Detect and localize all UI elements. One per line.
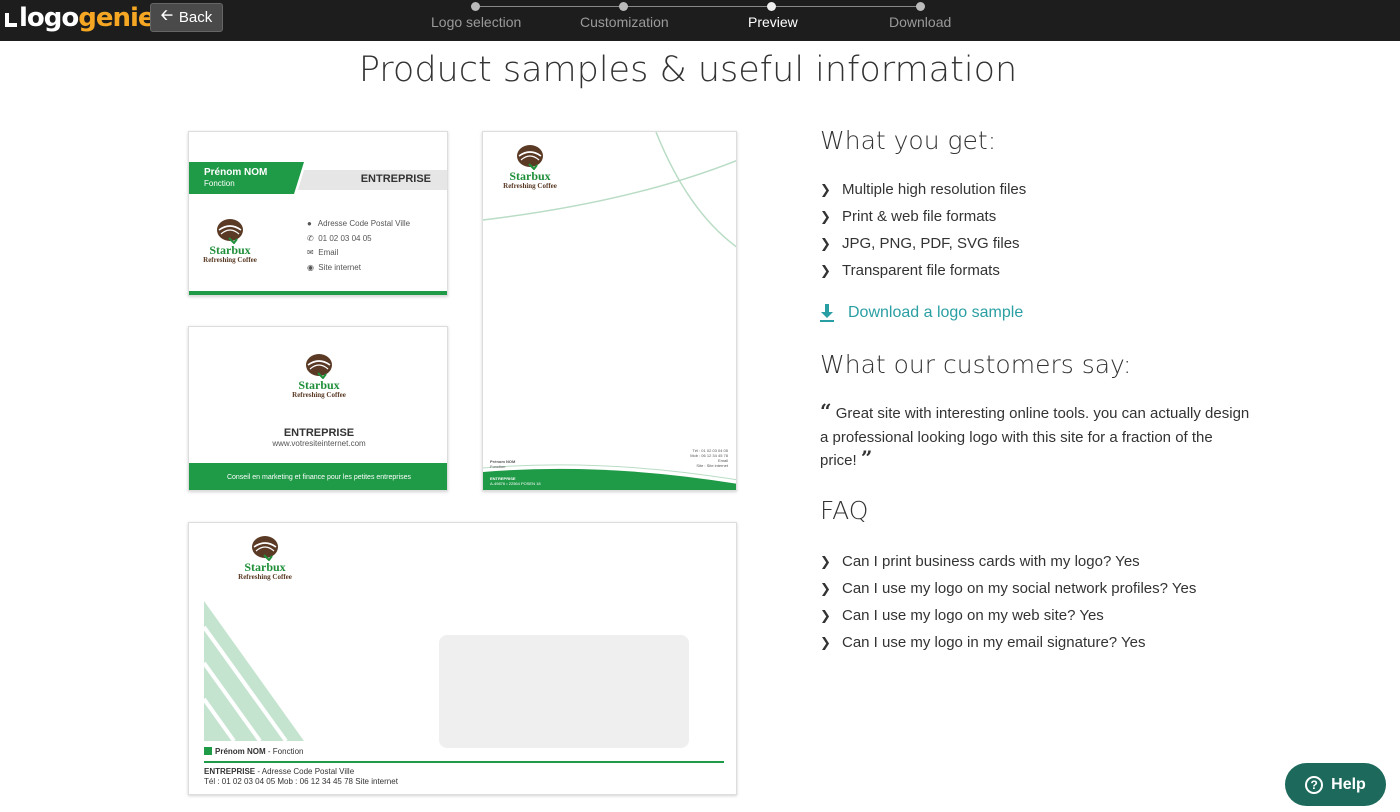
list-item: ❯ JPG, PNG, PDF, SVG files bbox=[820, 235, 1020, 252]
step-logo-selection[interactable]: Logo selection bbox=[431, 0, 521, 41]
envelope-divider bbox=[204, 761, 724, 763]
faq-item: ❯ Can I use my logo in my email signature… bbox=[820, 634, 1146, 651]
faq-item: ❯ Can I print business cards with my logo… bbox=[820, 553, 1140, 570]
envelope-sender-details: ENTREPRISE - Adresse Code Postal Ville T… bbox=[204, 767, 398, 786]
chevron-right-icon: ❯ bbox=[820, 581, 831, 596]
card-role: Fonction bbox=[204, 179, 235, 188]
card-bottom-stripe bbox=[189, 291, 447, 295]
step-download[interactable]: Download bbox=[889, 0, 951, 41]
step-dot bbox=[619, 2, 628, 11]
coffee-cup-icon bbox=[517, 145, 543, 170]
envelope-sender-name: Prénom NOM - Fonction bbox=[204, 747, 303, 756]
letterhead-footer: ENTREPRISE A-49876 • 22564 POSEN 18 bbox=[490, 476, 541, 486]
faq-item: ❯ Can I use my logo on my social network … bbox=[820, 580, 1197, 597]
step-dot bbox=[916, 2, 925, 11]
chevron-right-icon: ❯ bbox=[820, 182, 831, 197]
logo-mark-icon bbox=[5, 13, 17, 27]
quote-open-icon: “ bbox=[820, 399, 832, 423]
coffee-cup-icon bbox=[217, 219, 243, 244]
chevron-right-icon: ❯ bbox=[820, 635, 831, 650]
progress-line bbox=[475, 6, 921, 7]
card-back-slogan: Conseil en marketing et finance pour les… bbox=[189, 463, 447, 490]
envelope-sample: Starbux Refreshing Coffee Prénom NOM - F… bbox=[188, 522, 737, 795]
card-brand-logo: Starbux Refreshing Coffee bbox=[201, 218, 259, 264]
letterhead-brand-logo: Starbux Refreshing Coffee bbox=[501, 144, 559, 190]
step-dot bbox=[767, 2, 776, 11]
business-card-front-sample: Prénom NOM Fonction ENTREPRISE Starbux R… bbox=[188, 131, 448, 296]
envelope-icon: ✉ bbox=[307, 248, 314, 257]
coffee-cup-icon bbox=[252, 536, 278, 561]
letterhead-contacts: Tél : 01 02 03 04 05 Mob : 06 12 34 45 7… bbox=[690, 448, 728, 468]
letterhead-signature: Prénom NOM Fonction bbox=[490, 459, 516, 469]
step-customization[interactable]: Customization bbox=[579, 0, 669, 41]
list-item: ❯ Multiple high resolution files bbox=[820, 181, 1027, 198]
business-card-back-sample: Starbux Refreshing Coffee ENTREPRISE www… bbox=[188, 326, 448, 491]
envelope-address-window bbox=[439, 635, 689, 748]
arrow-left-icon: 🡠 bbox=[160, 7, 173, 24]
card-company: ENTREPRISE bbox=[360, 173, 431, 185]
page-title: Product samples & useful information bbox=[358, 50, 1018, 90]
green-square-marker bbox=[204, 747, 212, 755]
chevron-right-icon: ❯ bbox=[820, 236, 831, 251]
card-back-website: www.votresiteinternet.com bbox=[272, 439, 366, 448]
location-pin-icon: ● bbox=[307, 219, 312, 228]
card-back-brand-logo: Starbux Refreshing Coffee bbox=[289, 353, 349, 399]
faq-title: FAQ bbox=[820, 496, 869, 525]
phone-icon: ✆ bbox=[307, 233, 314, 243]
back-button[interactable]: 🡠 Back bbox=[150, 3, 223, 32]
back-label: Back bbox=[178, 9, 213, 26]
faq-item: ❯ Can I use my logo on my web site? Yes bbox=[820, 607, 1104, 624]
customer-quote: “ Great site with interesting online too… bbox=[820, 399, 1250, 470]
card-name: Prénom NOM bbox=[204, 167, 268, 178]
coffee-cup-icon bbox=[306, 354, 332, 379]
globe-icon: ◉ bbox=[307, 262, 314, 272]
download-logo-sample-link[interactable]: Download a logo sample bbox=[820, 304, 1023, 322]
envelope-brand-logo: Starbux Refreshing Coffee bbox=[236, 535, 294, 581]
step-preview[interactable]: Preview bbox=[747, 0, 798, 41]
chevron-right-icon: ❯ bbox=[820, 554, 831, 569]
list-item: ❯ Transparent file formats bbox=[820, 262, 1000, 279]
chevron-right-icon: ❯ bbox=[820, 608, 831, 623]
list-item: ❯ Print & web file formats bbox=[820, 208, 997, 225]
chevron-right-icon: ❯ bbox=[820, 263, 831, 278]
quote-close-icon: ” bbox=[860, 446, 873, 470]
help-button[interactable]: ? Help bbox=[1285, 763, 1386, 806]
letterhead-sample: Starbux Refreshing Coffee Prénom NOM Fon… bbox=[482, 131, 737, 491]
question-mark-icon: ? bbox=[1305, 775, 1324, 794]
download-icon bbox=[820, 304, 834, 322]
chevron-right-icon: ❯ bbox=[820, 209, 831, 224]
what-you-get-title: What you get: bbox=[820, 126, 997, 155]
envelope-decor-stripes bbox=[204, 601, 304, 741]
step-dot bbox=[471, 2, 480, 11]
card-back-company: ENTREPRISE bbox=[283, 427, 355, 439]
customers-title: What our customers say: bbox=[820, 350, 1132, 379]
top-bar: logogenie 🡠 Back Logo selection Customiz… bbox=[0, 0, 1400, 41]
logogenie-logo[interactable]: logogenie bbox=[5, 4, 156, 32]
card-contact-list: ● Adresse Code Postal Ville ✆ 01 02 03 0… bbox=[307, 217, 410, 275]
